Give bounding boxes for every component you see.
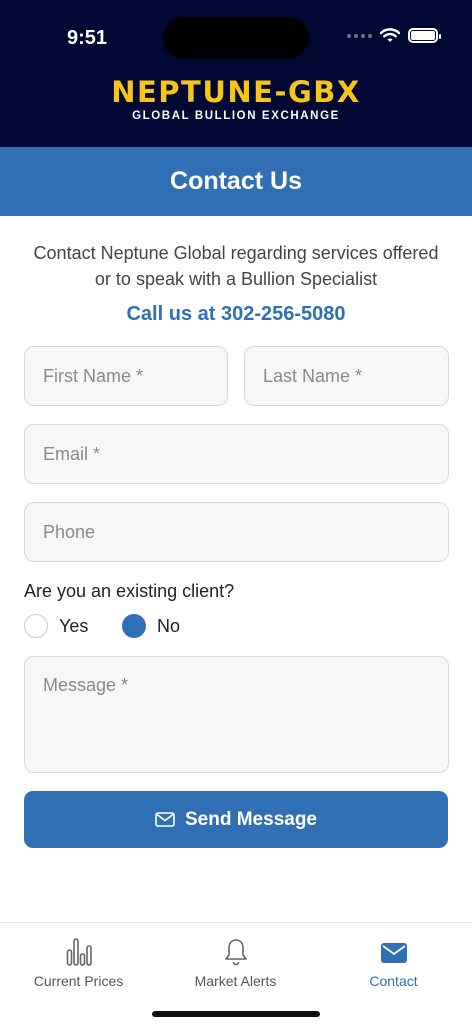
tab-market-alerts-label: Market Alerts — [194, 973, 277, 989]
radio-no-label: No — [157, 615, 181, 636]
tab-contact-label: Contact — [369, 973, 418, 989]
status-time: 9:51 — [67, 27, 108, 49]
battery-icon — [408, 28, 441, 43]
page-title: Contact Us — [170, 167, 302, 195]
existing-client-question: Are you an existing client? — [24, 581, 235, 601]
radio-yes-label: Yes — [59, 615, 89, 636]
call-link[interactable]: Call us at 302-256-5080 — [0, 303, 472, 326]
wifi-icon — [380, 28, 400, 42]
top-bar: 9:51 NEPTUNE-GBX GLOBAL BULLION EXCHANGE — [0, 0, 472, 147]
email-field[interactable] — [24, 424, 449, 484]
tab-market-alerts[interactable]: Market Alerts — [157, 937, 314, 989]
bar-chart-icon — [66, 938, 92, 966]
radio-option-yes[interactable]: Yes — [24, 614, 88, 638]
tab-bar: Current Prices Market Alerts Contact — [0, 922, 472, 1024]
dynamic-island — [163, 17, 309, 59]
tab-current-prices-label: Current Prices — [33, 973, 124, 989]
page-header: Contact Us — [0, 147, 472, 216]
brand-tagline: GLOBAL BULLION EXCHANGE — [132, 110, 340, 122]
radio-no[interactable] — [122, 614, 146, 638]
brand-name: NEPTUNE-GBX — [111, 75, 361, 109]
envelope-icon — [155, 812, 175, 827]
envelope-icon — [380, 943, 407, 963]
status-icons — [347, 28, 441, 43]
message-field[interactable] — [24, 656, 449, 773]
intro-text: Contact Neptune Global regarding service… — [33, 243, 439, 289]
bell-icon — [224, 939, 247, 966]
last-name-field[interactable] — [244, 346, 449, 406]
cellular-signal-icon — [347, 33, 372, 38]
radio-option-no[interactable]: No — [122, 614, 180, 638]
first-name-field[interactable] — [24, 346, 228, 406]
phone-field[interactable] — [24, 502, 449, 562]
home-indicator — [152, 1011, 320, 1017]
brand-logo: NEPTUNE-GBX GLOBAL BULLION EXCHANGE — [0, 76, 472, 122]
tab-current-prices[interactable]: Current Prices — [0, 937, 157, 989]
tab-contact[interactable]: Contact — [315, 937, 472, 989]
send-message-button[interactable]: Send Message — [24, 791, 448, 848]
radio-yes[interactable] — [24, 614, 48, 638]
send-message-label: Send Message — [185, 808, 317, 830]
